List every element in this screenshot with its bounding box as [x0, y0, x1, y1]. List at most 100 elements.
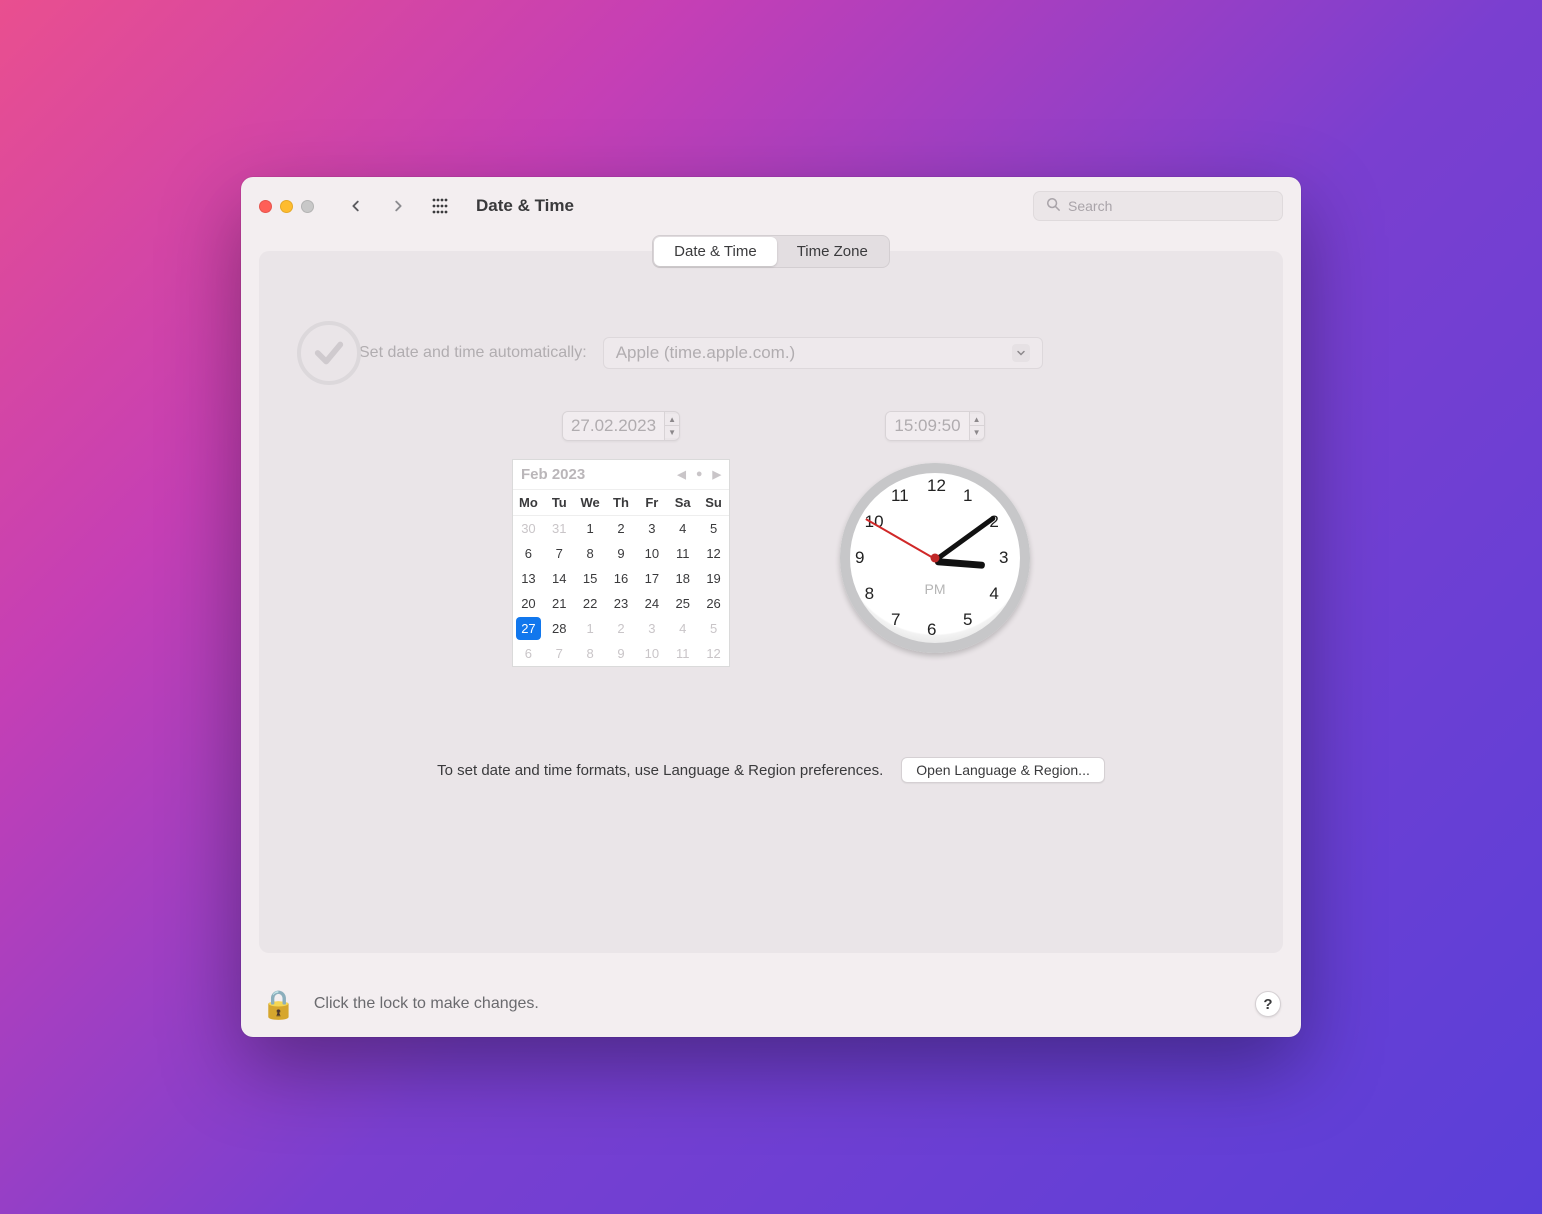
clock-number: 4: [989, 584, 998, 604]
calendar-day: 14: [544, 566, 575, 591]
search-icon: [1046, 197, 1060, 216]
calendar-day: 20: [513, 591, 544, 616]
date-stepper: 27.02.2023 ▲ ▼: [562, 411, 680, 441]
clock-number: 1: [963, 486, 972, 506]
calendar-today-icon: ●: [696, 468, 703, 481]
calendar-day: 23: [606, 591, 637, 616]
clock-number: 9: [855, 548, 864, 568]
calendar-day: 5: [698, 616, 729, 641]
calendar-day: 27: [516, 617, 541, 640]
calendar-day: 12: [698, 641, 729, 666]
time-server-field: Apple (time.apple.com.): [603, 337, 1043, 369]
clock-number: 11: [891, 486, 909, 506]
calendar-dow-cell: Sa: [667, 490, 698, 516]
calendar-grid: 3031123456789101112131415161718192021222…: [513, 516, 729, 666]
calendar-day: 16: [606, 566, 637, 591]
stepper-up-icon: ▲: [665, 414, 679, 426]
calendar-day: 6: [513, 641, 544, 666]
clock-center-icon: [931, 554, 940, 563]
calendar-dow-cell: Fr: [636, 490, 667, 516]
calendar-dow-cell: We: [575, 490, 606, 516]
calendar-day: 2: [606, 616, 637, 641]
calendar-day: 12: [698, 541, 729, 566]
calendar-day: 9: [606, 641, 637, 666]
calendar-month-label: Feb 2023: [521, 466, 585, 483]
calendar-day: 1: [575, 516, 606, 541]
calendar-day: 17: [636, 566, 667, 591]
lock-icon[interactable]: 🔒: [261, 988, 296, 1021]
calendar-day: 3: [636, 516, 667, 541]
calendar-dow-cell: Th: [606, 490, 637, 516]
calendar-day: 21: [544, 591, 575, 616]
calendar-day: 30: [513, 516, 544, 541]
calendar-day: 15: [575, 566, 606, 591]
minimize-button[interactable]: [280, 200, 293, 213]
time-server-value: Apple (time.apple.com.): [616, 343, 796, 363]
lock-hint-text: Click the lock to make changes.: [314, 995, 539, 1013]
titlebar: Date & Time: [241, 177, 1301, 235]
date-value: 27.02.2023: [563, 412, 665, 440]
calendar-day: 11: [667, 541, 698, 566]
calendar-day: 13: [513, 566, 544, 591]
calendar-day: 8: [575, 641, 606, 666]
clock-number: 8: [865, 584, 874, 604]
footer: 🔒 Click the lock to make changes. ?: [241, 971, 1301, 1037]
traffic-lights: [259, 200, 314, 213]
calendar-day: 11: [667, 641, 698, 666]
show-all-button[interactable]: [426, 192, 454, 220]
clock-number: 7: [891, 610, 900, 630]
calendar-day: 8: [575, 541, 606, 566]
calendar-day: 6: [513, 541, 544, 566]
calendar-day: 4: [667, 616, 698, 641]
forward-button: [384, 192, 412, 220]
time-stepper: 15:09:50 ▲ ▼: [885, 411, 984, 441]
time-stepper-arrows: ▲ ▼: [970, 414, 984, 438]
calendar-next-icon: ▶: [713, 468, 721, 481]
calendar-day: 26: [698, 591, 729, 616]
calendar: Feb 2023 ◀ ● ▶ MoTuWeThFrSaSu 3031123456…: [512, 459, 730, 667]
calendar-day: 5: [698, 516, 729, 541]
calendar-day: 31: [544, 516, 575, 541]
chevron-down-icon: [1012, 344, 1030, 362]
open-language-region-button[interactable]: Open Language & Region...: [901, 757, 1105, 783]
clock-number: 3: [999, 548, 1008, 568]
preferences-window: Date & Time Date & Time Time Zone Set da…: [241, 177, 1301, 1037]
time-column: 15:09:50 ▲ ▼ 121234567891011 PM: [840, 411, 1030, 667]
calendar-day: 7: [544, 541, 575, 566]
format-hint-text: To set date and time formats, use Langua…: [437, 762, 883, 779]
calendar-dow-cell: Mo: [513, 490, 544, 516]
calendar-day: 3: [636, 616, 667, 641]
calendar-day: 10: [636, 541, 667, 566]
calendar-day: 10: [636, 641, 667, 666]
close-button[interactable]: [259, 200, 272, 213]
analog-clock: 121234567891011 PM: [840, 463, 1030, 653]
stepper-down-icon: ▼: [970, 426, 984, 438]
date-stepper-arrows: ▲ ▼: [665, 414, 679, 438]
time-value: 15:09:50: [886, 412, 969, 440]
tab-date-time[interactable]: Date & Time: [654, 237, 777, 266]
content-panel: Set date and time automatically: Apple (…: [259, 251, 1283, 953]
clock-number: 6: [927, 620, 936, 640]
calendar-dow-cell: Su: [698, 490, 729, 516]
search-input[interactable]: [1068, 198, 1270, 214]
calendar-day: 2: [606, 516, 637, 541]
calendar-day: 1: [575, 616, 606, 641]
tab-time-zone[interactable]: Time Zone: [777, 237, 888, 266]
clock-number: 5: [963, 610, 972, 630]
help-button[interactable]: ?: [1255, 991, 1281, 1017]
stepper-up-icon: ▲: [970, 414, 984, 426]
calendar-day: 7: [544, 641, 575, 666]
calendar-day: 22: [575, 591, 606, 616]
date-column: 27.02.2023 ▲ ▼ Feb 2023 ◀ ● ▶: [512, 411, 730, 667]
zoom-button: [301, 200, 314, 213]
calendar-day: 19: [698, 566, 729, 591]
calendar-day: 9: [606, 541, 637, 566]
back-button[interactable]: [342, 192, 370, 220]
auto-label: Set date and time automatically:: [359, 344, 587, 362]
clock-ampm: PM: [925, 581, 946, 597]
tab-bar: Date & Time Time Zone: [652, 235, 890, 268]
window-title: Date & Time: [476, 196, 574, 216]
auto-checkbox[interactable]: [297, 321, 361, 385]
calendar-nav: ◀ ● ▶: [677, 468, 721, 481]
search-field[interactable]: [1033, 191, 1283, 221]
